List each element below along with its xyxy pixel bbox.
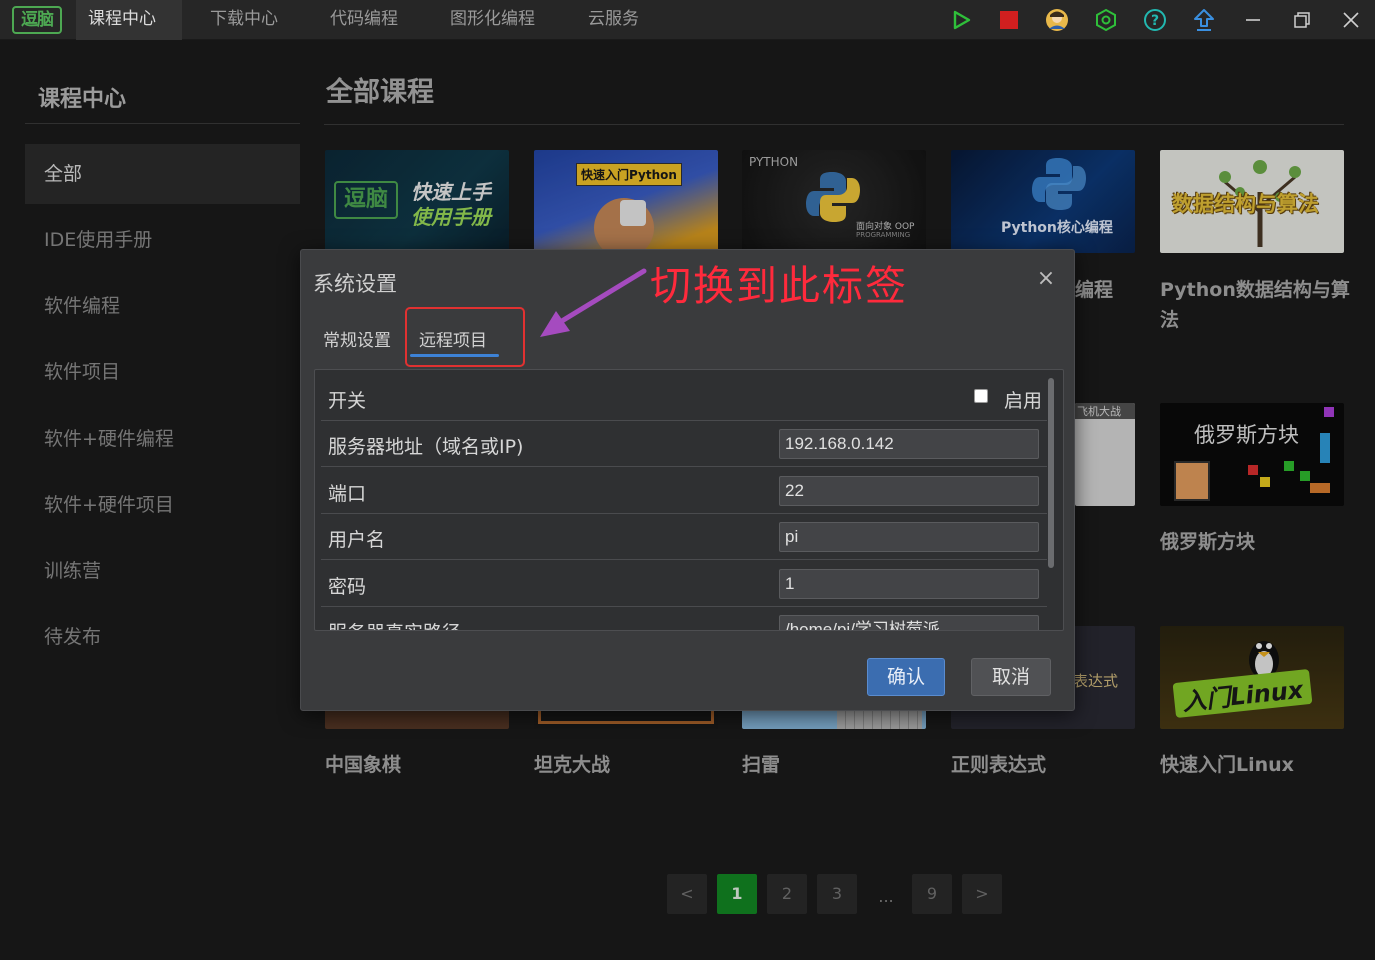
stop-icon[interactable] xyxy=(997,8,1021,32)
close-icon[interactable] xyxy=(1339,8,1363,32)
server-address-label: 服务器地址（域名或IP) xyxy=(328,436,524,458)
port-label: 端口 xyxy=(328,483,367,505)
server-path-input[interactable]: /home/pi/学习树莓派 xyxy=(779,615,1039,630)
hexagon-settings-icon[interactable] xyxy=(1094,8,1118,32)
avatar-icon[interactable] xyxy=(1045,8,1069,32)
settings-row-username: 用户名 pi xyxy=(321,514,1047,560)
top-bar: 逗脑 课程中心 下载中心 代码编程 图形化编程 云服务 ? xyxy=(0,0,1375,40)
nav-tab-cloud-service[interactable]: 云服务 xyxy=(576,0,651,40)
settings-row-path: 服务器真实路径 /home/pi/学习树莓派 xyxy=(321,607,1047,630)
restore-icon[interactable] xyxy=(1290,8,1314,32)
password-input[interactable]: 1 xyxy=(779,569,1039,599)
nav-tab-course-center[interactable]: 课程中心 xyxy=(76,0,182,40)
nav-tab-download-center[interactable]: 下载中心 xyxy=(198,0,290,40)
minimize-icon[interactable] xyxy=(1241,8,1265,32)
remote-settings-panel: 开关 启用 服务器地址（域名或IP) 192.168.0.142 端口 22 用… xyxy=(314,369,1064,631)
port-input[interactable]: 22 xyxy=(779,476,1039,506)
settings-row-port: 端口 22 xyxy=(321,468,1047,514)
nav-tab-code-programming[interactable]: 代码编程 xyxy=(318,0,410,40)
cancel-button[interactable]: 取消 xyxy=(971,658,1051,696)
dialog-close-button[interactable]: × xyxy=(1036,266,1056,291)
highlight-box xyxy=(405,307,525,367)
settings-row-password: 密码 1 xyxy=(321,561,1047,607)
switch-label: 开关 xyxy=(328,390,367,412)
password-label: 密码 xyxy=(328,576,367,598)
username-label: 用户名 xyxy=(328,529,386,551)
tab-general-settings[interactable]: 常规设置 xyxy=(323,326,391,351)
nav-tab-graphical-programming[interactable]: 图形化编程 xyxy=(438,0,547,40)
panel-scrollbar[interactable] xyxy=(1048,378,1054,568)
help-icon[interactable]: ? xyxy=(1143,8,1167,32)
enable-label: 启用 xyxy=(1004,390,1043,412)
play-icon[interactable] xyxy=(949,8,973,32)
settings-row-server: 服务器地址（域名或IP) 192.168.0.142 xyxy=(321,421,1047,467)
annotation-text: 切换到此标签 xyxy=(650,262,908,310)
system-settings-dialog: 系统设置 × 常规设置 远程项目 开关 启用 服务器地址（域名或IP) 192.… xyxy=(300,249,1075,711)
settings-row-switch: 开关 启用 xyxy=(321,375,1047,421)
enable-checkbox[interactable] xyxy=(974,389,988,403)
svg-text:?: ? xyxy=(1151,13,1159,29)
annotation-arrow-icon xyxy=(540,268,647,337)
app-logo: 逗脑 xyxy=(12,6,62,34)
dialog-title: 系统设置 xyxy=(313,272,397,296)
server-address-input[interactable]: 192.168.0.142 xyxy=(779,429,1039,459)
confirm-button[interactable]: 确认 xyxy=(867,658,945,696)
upload-icon[interactable] xyxy=(1192,8,1216,32)
server-path-label: 服务器真实路径 xyxy=(328,618,461,630)
username-input[interactable]: pi xyxy=(779,522,1039,552)
